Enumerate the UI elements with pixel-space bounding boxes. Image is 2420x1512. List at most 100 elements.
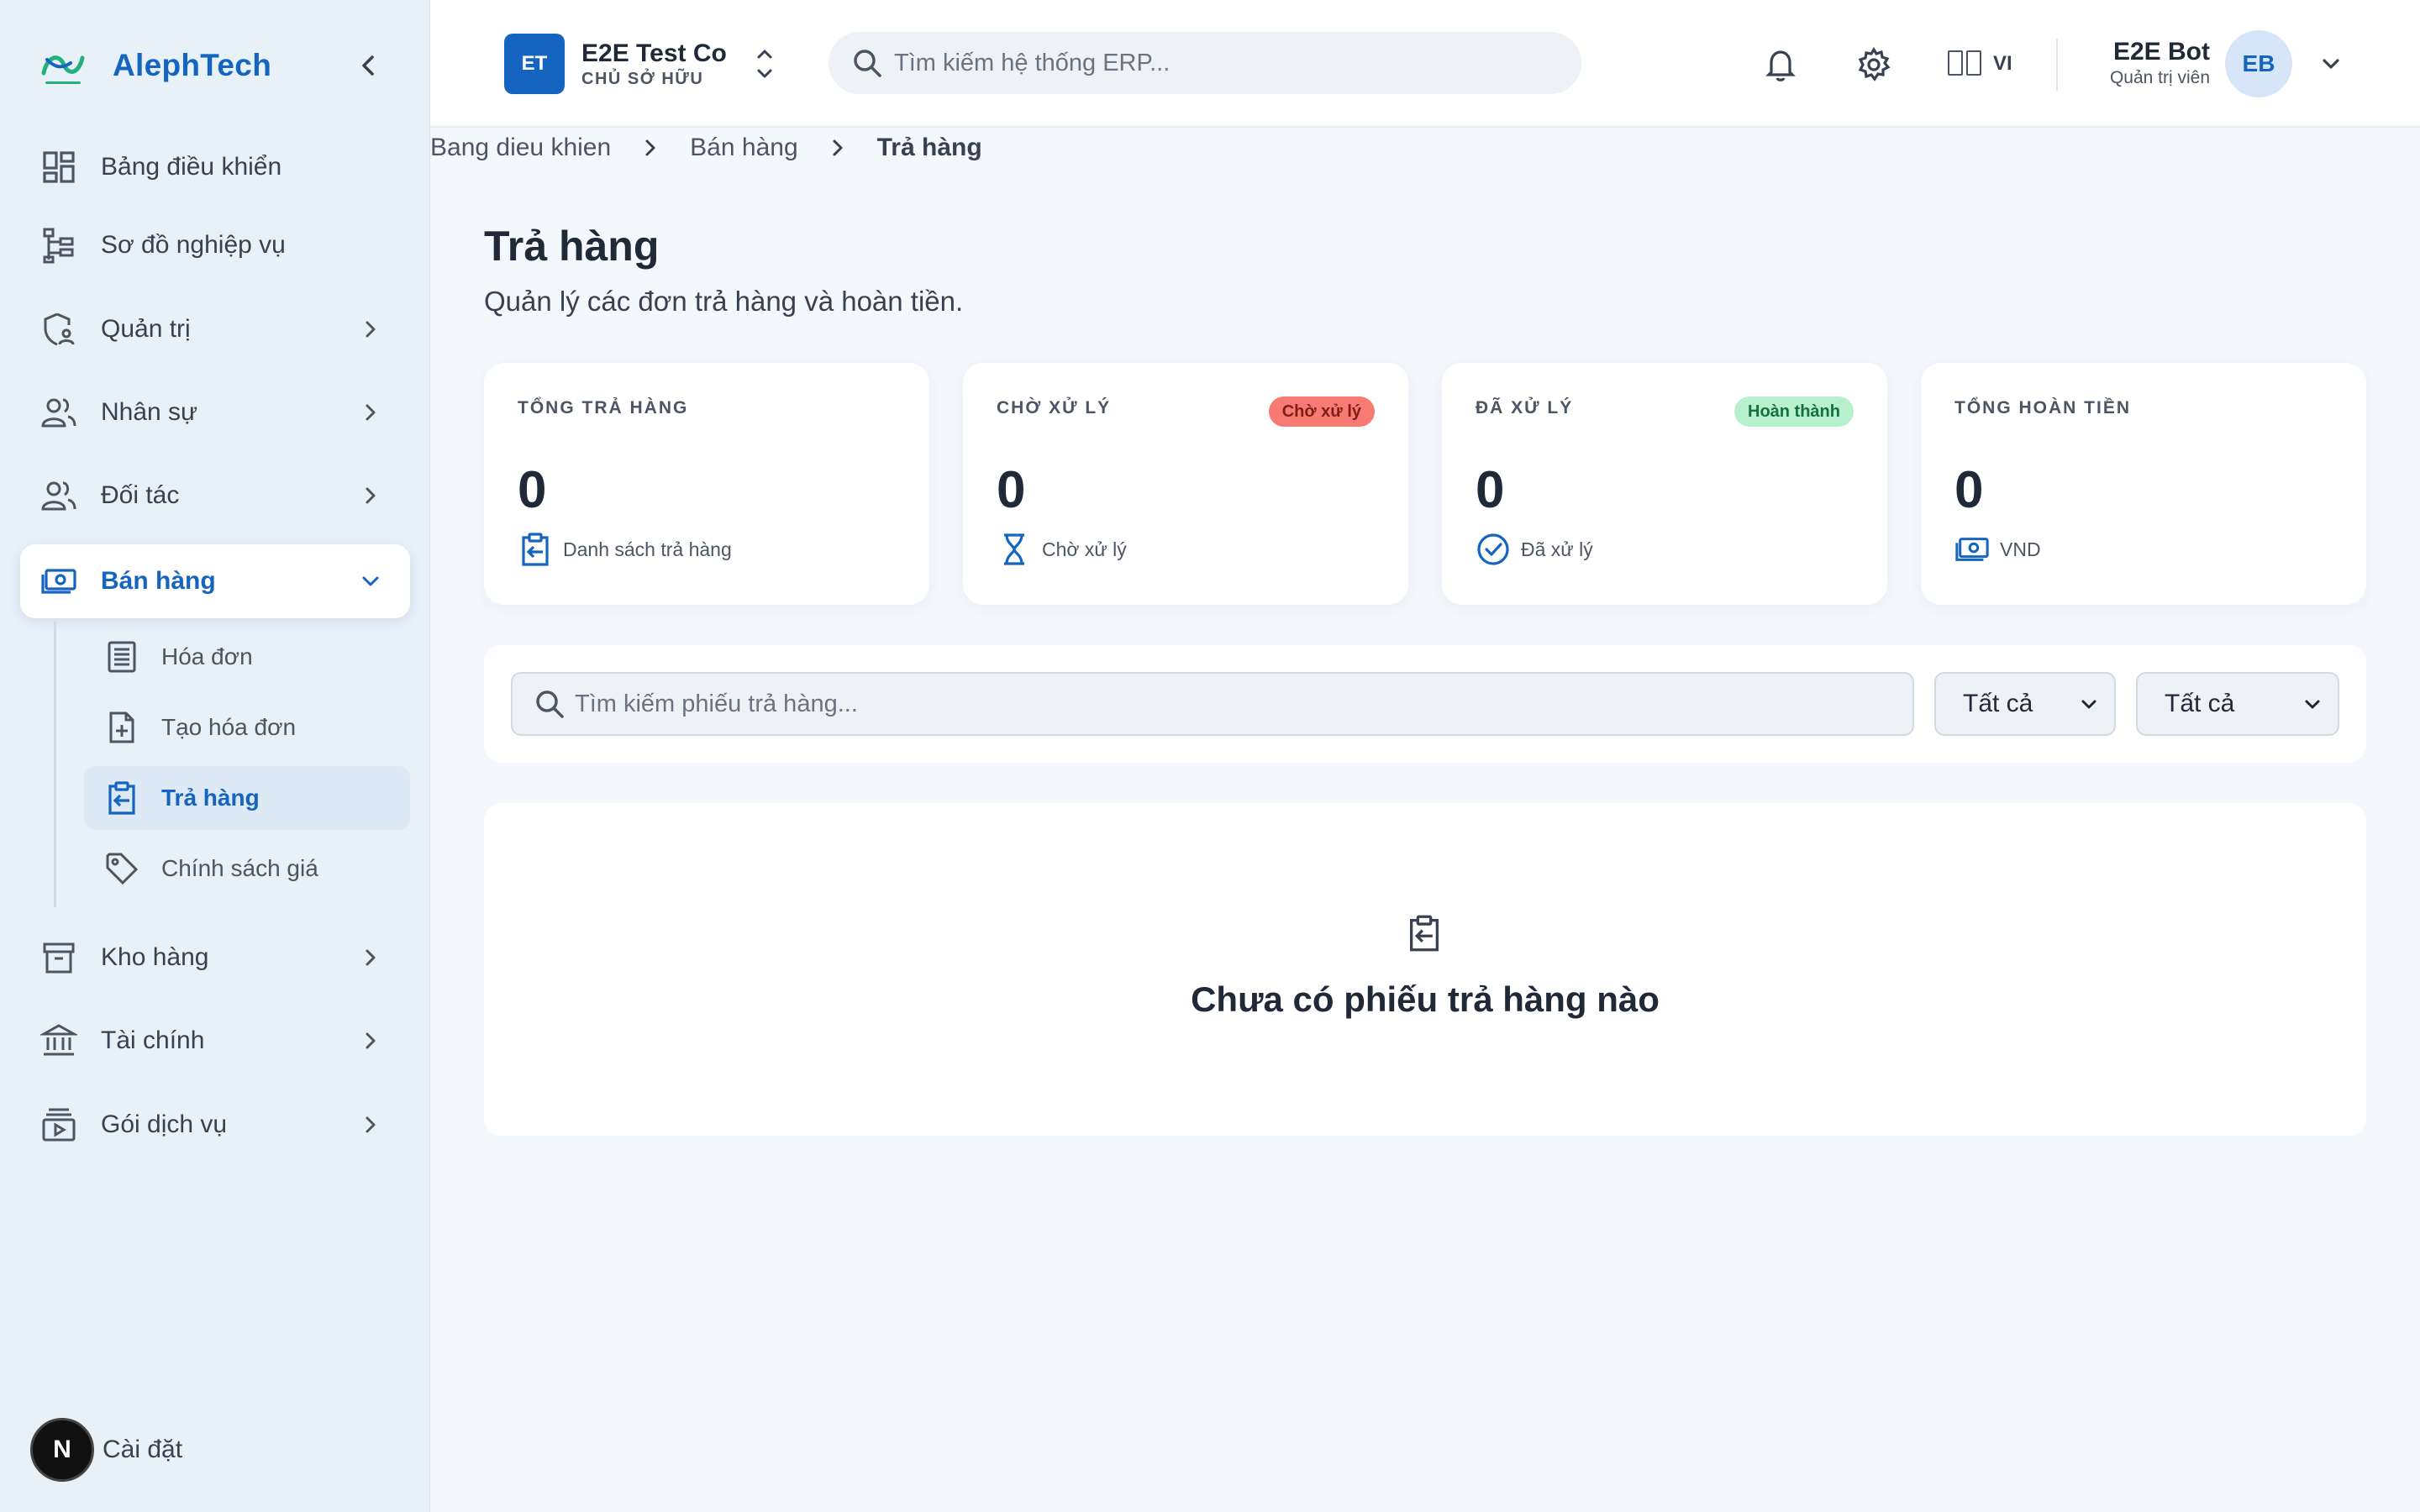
type-filter-value: Tất cả bbox=[2165, 690, 2235, 717]
clipboard-return-icon bbox=[1410, 915, 1439, 952]
flag-icon bbox=[1948, 50, 1981, 77]
sidebar-subitem-invoices[interactable]: Hóa đơn bbox=[84, 625, 410, 689]
chevron-right-icon bbox=[645, 139, 655, 156]
users-icon bbox=[41, 398, 76, 428]
user-role: Quản trị viên bbox=[2109, 68, 2210, 87]
stat-label: TỔNG HOÀN TIỀN bbox=[1954, 398, 2131, 417]
stat-card-total-refund: TỔNG HOÀN TIỀN 0 VND bbox=[1921, 363, 2366, 605]
clipboard-return-icon bbox=[522, 533, 549, 566]
user-info[interactable]: E2E Bot Quản trị viên bbox=[2069, 37, 2210, 89]
sidebar-subitem-label: Chính sách giá bbox=[161, 855, 318, 881]
sidebar-item-dashboard[interactable]: Bảng điều khiển bbox=[20, 130, 410, 204]
sidebar-settings[interactable]: N Cài đặt bbox=[30, 1418, 182, 1482]
bank-icon bbox=[40, 1024, 77, 1056]
stat-label: TỔNG TRẢ HÀNG bbox=[518, 398, 689, 417]
chevron-down-icon bbox=[2081, 700, 2096, 709]
empty-state-message: Chưa có phiếu trả hàng nào bbox=[1191, 979, 1660, 1019]
top-header: ET E2E Test Co CHỦ SỞ HỮU VI E2E Bot Quả… bbox=[430, 0, 2420, 128]
stat-caption: Đã xử lý bbox=[1521, 538, 1593, 560]
sitemap-icon bbox=[43, 228, 74, 264]
gear-icon[interactable] bbox=[1854, 45, 1893, 84]
clipboard-return-icon bbox=[108, 781, 135, 815]
chevron-right-icon bbox=[366, 1116, 376, 1133]
company-name: E2E Test Co bbox=[581, 39, 727, 67]
alephtech-logo-icon bbox=[41, 55, 85, 84]
brand[interactable]: AlephTech bbox=[39, 39, 271, 92]
company-avatar: ET bbox=[504, 34, 565, 94]
sidebar-item-sales[interactable]: Bán hàng bbox=[20, 544, 410, 618]
company-switcher[interactable]: ET E2E Test Co CHỦ SỞ HỮU bbox=[504, 34, 777, 94]
company-role: CHỦ SỞ HỮU bbox=[581, 70, 704, 88]
search-icon bbox=[536, 690, 564, 718]
global-search-input[interactable] bbox=[894, 49, 1549, 77]
chevron-right-icon bbox=[366, 487, 376, 504]
returns-search[interactable] bbox=[511, 672, 1914, 736]
archive-box-icon bbox=[43, 942, 75, 974]
dashboard-icon bbox=[43, 151, 75, 183]
language-switcher[interactable]: VI bbox=[1948, 47, 2012, 81]
sidebar-subitem-label: Trả hàng bbox=[161, 785, 260, 811]
brand-name: AlephTech bbox=[113, 48, 272, 82]
returns-search-input[interactable] bbox=[575, 690, 1886, 718]
stat-label: ĐÃ XỬ LÝ bbox=[1476, 398, 1574, 417]
stat-value: 0 bbox=[997, 461, 1026, 519]
stat-card-total-returns: TỔNG TRẢ HÀNG 0 Danh sách trả hàng bbox=[484, 363, 929, 605]
sidebar-item-finance[interactable]: Tài chính bbox=[20, 1004, 410, 1078]
status-filter-value: Tất cả bbox=[1963, 690, 2033, 717]
stat-value: 0 bbox=[1476, 461, 1505, 519]
sidebar-item-partners[interactable]: Đối tác bbox=[20, 459, 410, 533]
stat-caption: Danh sách trả hàng bbox=[563, 538, 732, 560]
shield-user-icon bbox=[44, 312, 75, 346]
sidebar-item-business-map[interactable]: Sơ đồ nghiệp vụ bbox=[20, 208, 410, 282]
breadcrumb-sales[interactable]: Bán hàng bbox=[690, 134, 797, 162]
sidebar-item-warehouse[interactable]: Kho hàng bbox=[20, 921, 410, 995]
sidebar-item-label: Quản trị bbox=[101, 315, 191, 343]
collapse-sidebar-icon[interactable] bbox=[351, 49, 385, 82]
sidebar-item-label: Đối tác bbox=[101, 481, 180, 509]
search-icon bbox=[854, 50, 881, 77]
page-title: Trả hàng bbox=[484, 223, 660, 270]
sidebar-item-label: Bán hàng bbox=[101, 567, 216, 595]
avatar[interactable]: EB bbox=[2225, 30, 2292, 97]
sidebar-item-label: Sơ đồ nghiệp vụ bbox=[101, 231, 286, 259]
sidebar-item-label: Bảng điều khiển bbox=[101, 153, 282, 181]
chevron-right-icon bbox=[833, 139, 843, 156]
hourglass-icon bbox=[1004, 533, 1024, 565]
type-filter-select[interactable]: Tất cả bbox=[2136, 672, 2339, 736]
user-name: E2E Bot bbox=[2112, 38, 2210, 66]
chevron-right-icon bbox=[366, 949, 376, 966]
sidebar-item-admin[interactable]: Quản trị bbox=[20, 292, 410, 366]
global-search[interactable] bbox=[829, 32, 1581, 94]
settings-label: Cài đặt bbox=[103, 1436, 183, 1463]
sidebar-subitem-price-policy[interactable]: Chính sách giá bbox=[84, 837, 410, 900]
sidebar-subitem-returns[interactable]: Trả hàng bbox=[84, 766, 410, 830]
bell-icon[interactable] bbox=[1761, 45, 1800, 84]
stat-caption: VND bbox=[2000, 538, 2041, 560]
file-plus-icon bbox=[109, 711, 134, 743]
check-circle-icon bbox=[1477, 533, 1509, 565]
stat-card-processed: ĐÃ XỬ LÝ Hoàn thành 0 Đã xử lý bbox=[1442, 363, 1887, 605]
sidebar-item-hr[interactable]: Nhân sự bbox=[20, 375, 410, 449]
money-icon bbox=[41, 569, 76, 594]
breadcrumb: Bang dieu khien Bán hàng Trả hàng bbox=[430, 131, 982, 165]
page-subtitle: Quản lý các đơn trả hàng và hoàn tiền. bbox=[484, 286, 964, 317]
tag-icon bbox=[106, 853, 139, 885]
chevron-down-icon bbox=[362, 576, 379, 586]
sidebar-item-service-packages[interactable]: Gói dịch vụ bbox=[20, 1088, 410, 1162]
status-badge: Hoàn thành bbox=[1734, 396, 1854, 427]
sidebar-item-label: Gói dịch vụ bbox=[101, 1110, 228, 1138]
empty-state: Chưa có phiếu trả hàng nào bbox=[484, 803, 2366, 1136]
video-collection-icon bbox=[42, 1108, 76, 1142]
sidebar-subitem-label: Hóa đơn bbox=[161, 643, 253, 669]
nextjs-badge-icon[interactable]: N bbox=[30, 1418, 94, 1482]
list-document-icon bbox=[108, 641, 136, 673]
chevron-right-icon bbox=[366, 404, 376, 421]
chevron-down-icon[interactable] bbox=[2316, 49, 2346, 79]
breadcrumb-dashboard[interactable]: Bang dieu khien bbox=[430, 134, 611, 162]
users-icon bbox=[41, 481, 76, 511]
submenu-guide-line bbox=[54, 622, 56, 907]
status-filter-select[interactable]: Tất cả bbox=[1934, 672, 2116, 736]
header-divider bbox=[2056, 39, 2058, 91]
sidebar-subitem-create-invoice[interactable]: Tạo hóa đơn bbox=[84, 696, 410, 759]
breadcrumb-current: Trả hàng bbox=[876, 134, 982, 161]
